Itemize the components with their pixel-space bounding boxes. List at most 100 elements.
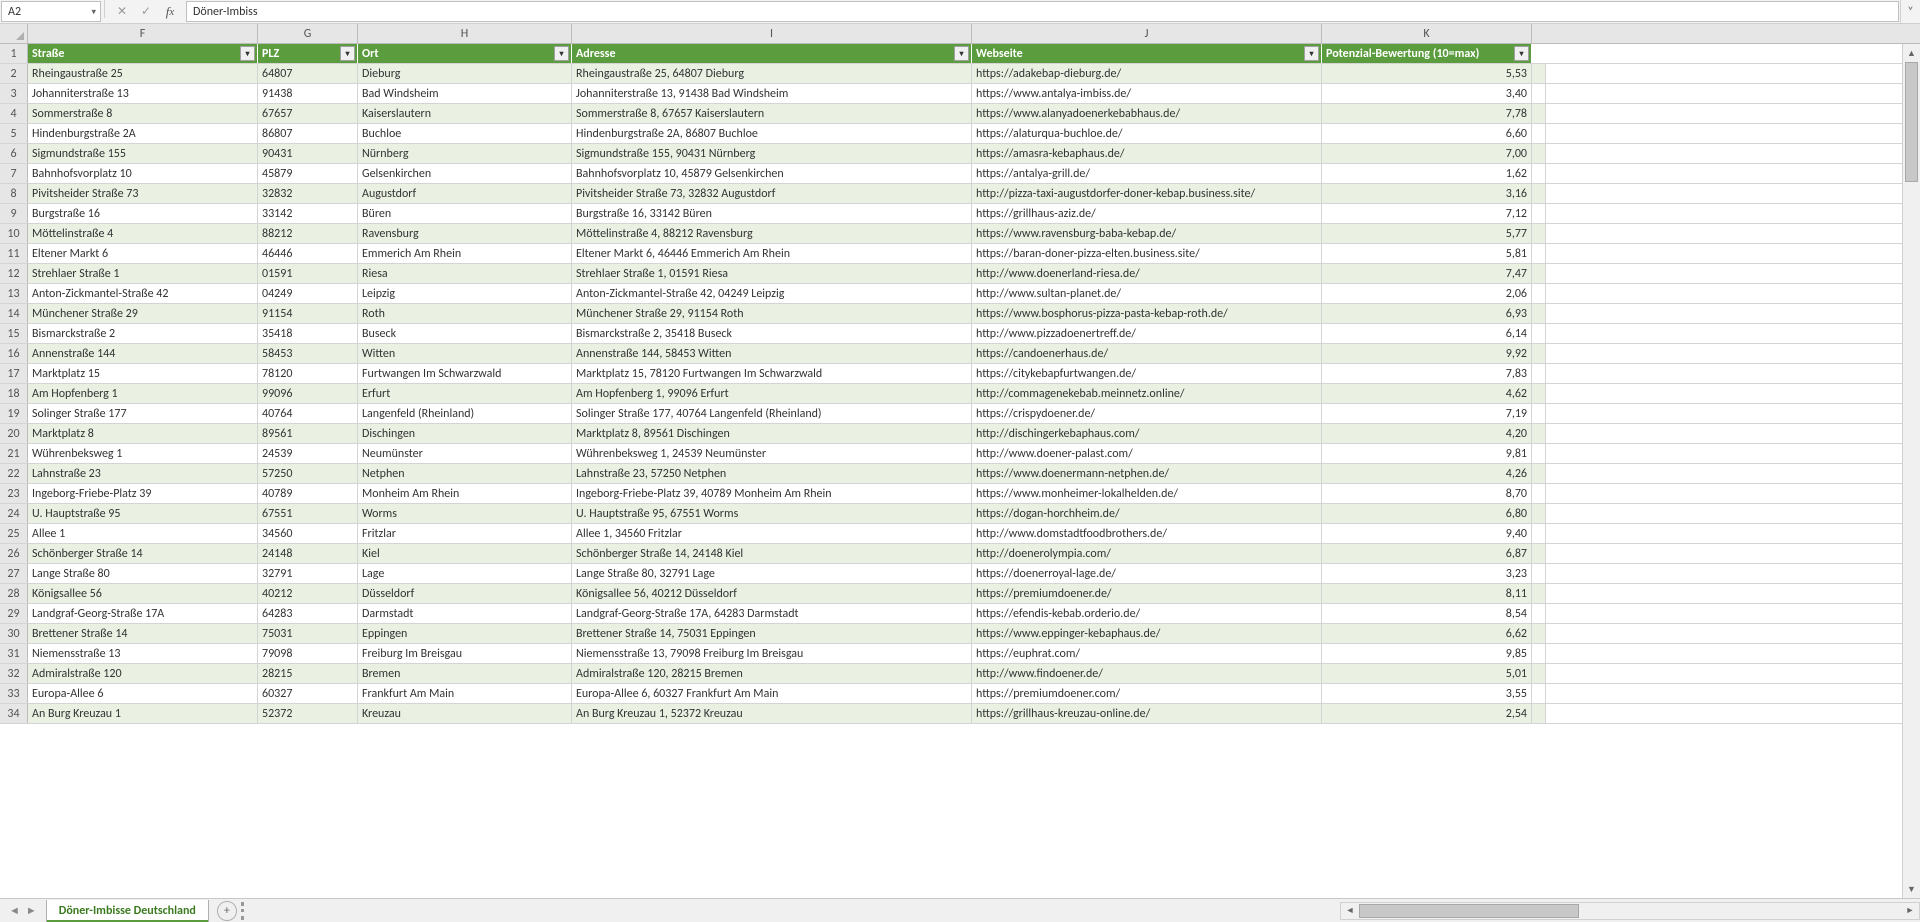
column-header-G[interactable]: G: [258, 24, 358, 43]
cell-ort[interactable]: Kaiserslautern: [358, 104, 572, 123]
cell-strasse[interactable]: U. Hauptstraße 95: [28, 504, 258, 523]
vscroll-thumb[interactable]: [1905, 62, 1918, 182]
cell-potenzial[interactable]: 5,77: [1322, 224, 1532, 243]
row-header-26[interactable]: 26: [0, 544, 28, 563]
cell-adresse[interactable]: An Burg Kreuzau 1, 52372 Kreuzau: [572, 704, 972, 723]
cell-ort[interactable]: Bremen: [358, 664, 572, 683]
cell-adresse[interactable]: Königsallee 56, 40212 Düsseldorf: [572, 584, 972, 603]
cell-ort[interactable]: Erfurt: [358, 384, 572, 403]
scroll-down-button[interactable]: ▼: [1903, 880, 1920, 898]
row-header-10[interactable]: 10: [0, 224, 28, 243]
cell-potenzial[interactable]: 8,11: [1322, 584, 1532, 603]
cell-adresse[interactable]: Lange Straße 80, 32791 Lage: [572, 564, 972, 583]
cell-strasse[interactable]: Möttelinstraße 4: [28, 224, 258, 243]
cell-strasse[interactable]: Niemensstraße 13: [28, 644, 258, 663]
cell-webseite[interactable]: https://www.ravensburg-baba-kebap.de/: [972, 224, 1322, 243]
cell-plz[interactable]: 24148: [258, 544, 358, 563]
cell-strasse[interactable]: Lange Straße 80: [28, 564, 258, 583]
cell-webseite[interactable]: http://www.pizzadoenertreff.de/: [972, 324, 1322, 343]
cell-adresse[interactable]: Hindenburgstraße 2A, 86807 Buchloe: [572, 124, 972, 143]
cell-ort[interactable]: Frankfurt Am Main: [358, 684, 572, 703]
cell-adresse[interactable]: Burgstraße 16, 33142 Büren: [572, 204, 972, 223]
cell-plz[interactable]: 99096: [258, 384, 358, 403]
cell-plz[interactable]: 86807: [258, 124, 358, 143]
name-box-dropdown-icon[interactable]: ▾: [91, 6, 96, 17]
filter-dropdown-button[interactable]: ▾: [340, 46, 355, 61]
row-header-14[interactable]: 14: [0, 304, 28, 323]
cell-adresse[interactable]: Schönberger Straße 14, 24148 Kiel: [572, 544, 972, 563]
cell-adresse[interactable]: Strehlaer Straße 1, 01591 Riesa: [572, 264, 972, 283]
cell-webseite[interactable]: https://www.alanyadoenerkebabhaus.de/: [972, 104, 1322, 123]
cell-adresse[interactable]: Rheingaustraße 25, 64807 Dieburg: [572, 64, 972, 83]
row-header-12[interactable]: 12: [0, 264, 28, 283]
accept-formula-button[interactable]: ✓: [135, 2, 157, 22]
cell-ort[interactable]: Kreuzau: [358, 704, 572, 723]
cell-strasse[interactable]: Hindenburgstraße 2A: [28, 124, 258, 143]
cell-adresse[interactable]: Pivitsheider Straße 73, 32832 Augustdorf: [572, 184, 972, 203]
cell-ort[interactable]: Riesa: [358, 264, 572, 283]
row-header-20[interactable]: 20: [0, 424, 28, 443]
cell-ort[interactable]: Kiel: [358, 544, 572, 563]
cell-webseite[interactable]: http://doenerolympia.com/: [972, 544, 1322, 563]
cell-ort[interactable]: Nürnberg: [358, 144, 572, 163]
cell-potenzial[interactable]: 9,40: [1322, 524, 1532, 543]
cell-potenzial[interactable]: 3,16: [1322, 184, 1532, 203]
cell-potenzial[interactable]: 4,26: [1322, 464, 1532, 483]
cell-adresse[interactable]: Wührenbeksweg 1, 24539 Neumünster: [572, 444, 972, 463]
cell-strasse[interactable]: Allee 1: [28, 524, 258, 543]
horizontal-scrollbar[interactable]: ◄ ►: [1340, 902, 1920, 920]
cell-strasse[interactable]: Marktplatz 8: [28, 424, 258, 443]
cell-strasse[interactable]: Solinger Straße 177: [28, 404, 258, 423]
row-header-27[interactable]: 27: [0, 564, 28, 583]
row-header-29[interactable]: 29: [0, 604, 28, 623]
header-cell-plz[interactable]: PLZ▾: [258, 44, 358, 63]
add-sheet-button[interactable]: +: [217, 901, 237, 921]
tab-split-handle[interactable]: [241, 902, 249, 920]
cell-ort[interactable]: Büren: [358, 204, 572, 223]
cell-webseite[interactable]: https://citykebapfurtwangen.de/: [972, 364, 1322, 383]
cell-potenzial[interactable]: 7,00: [1322, 144, 1532, 163]
cell-plz[interactable]: 89561: [258, 424, 358, 443]
name-box[interactable]: A2 ▾: [1, 1, 101, 22]
cell-potenzial[interactable]: 6,87: [1322, 544, 1532, 563]
row-header-21[interactable]: 21: [0, 444, 28, 463]
cell-ort[interactable]: Neumünster: [358, 444, 572, 463]
cell-webseite[interactable]: https://euphrat.com/: [972, 644, 1322, 663]
cell-webseite[interactable]: https://www.monheimer-lokalhelden.de/: [972, 484, 1322, 503]
column-header-I[interactable]: I: [572, 24, 972, 43]
column-header-K[interactable]: K: [1322, 24, 1532, 43]
cell-adresse[interactable]: Brettener Straße 14, 75031 Eppingen: [572, 624, 972, 643]
cell-strasse[interactable]: Münchener Straße 29: [28, 304, 258, 323]
cell-potenzial[interactable]: 9,81: [1322, 444, 1532, 463]
filter-dropdown-button[interactable]: ▾: [1304, 46, 1319, 61]
cell-strasse[interactable]: Sommerstraße 8: [28, 104, 258, 123]
cell-strasse[interactable]: Marktplatz 15: [28, 364, 258, 383]
cell-ort[interactable]: Fritzlar: [358, 524, 572, 543]
cell-webseite[interactable]: http://www.domstadtfoodbrothers.de/: [972, 524, 1322, 543]
cell-adresse[interactable]: Landgraf-Georg-Straße 17A, 64283 Darmsta…: [572, 604, 972, 623]
cell-plz[interactable]: 60327: [258, 684, 358, 703]
cell-plz[interactable]: 40212: [258, 584, 358, 603]
cell-ort[interactable]: Furtwangen Im Schwarzwald: [358, 364, 572, 383]
row-header-34[interactable]: 34: [0, 704, 28, 723]
cell-plz[interactable]: 46446: [258, 244, 358, 263]
cell-potenzial[interactable]: 4,20: [1322, 424, 1532, 443]
cell-potenzial[interactable]: 8,70: [1322, 484, 1532, 503]
row-header-28[interactable]: 28: [0, 584, 28, 603]
cell-adresse[interactable]: Möttelinstraße 4, 88212 Ravensburg: [572, 224, 972, 243]
cell-plz[interactable]: 57250: [258, 464, 358, 483]
column-header-F[interactable]: F: [28, 24, 258, 43]
hscroll-track[interactable]: [1359, 903, 1901, 919]
cell-adresse[interactable]: Bismarckstraße 2, 35418 Buseck: [572, 324, 972, 343]
row-header-22[interactable]: 22: [0, 464, 28, 483]
cell-webseite[interactable]: http://commagenekebab.meinnetz.online/: [972, 384, 1322, 403]
cell-strasse[interactable]: Brettener Straße 14: [28, 624, 258, 643]
row-header-7[interactable]: 7: [0, 164, 28, 183]
cell-adresse[interactable]: Lahnstraße 23, 57250 Netphen: [572, 464, 972, 483]
cell-plz[interactable]: 58453: [258, 344, 358, 363]
scroll-right-button[interactable]: ►: [1901, 905, 1919, 916]
row-header-6[interactable]: 6: [0, 144, 28, 163]
row-header-31[interactable]: 31: [0, 644, 28, 663]
cell-webseite[interactable]: https://premiumdoener.de/: [972, 584, 1322, 603]
cell-potenzial[interactable]: 3,40: [1322, 84, 1532, 103]
